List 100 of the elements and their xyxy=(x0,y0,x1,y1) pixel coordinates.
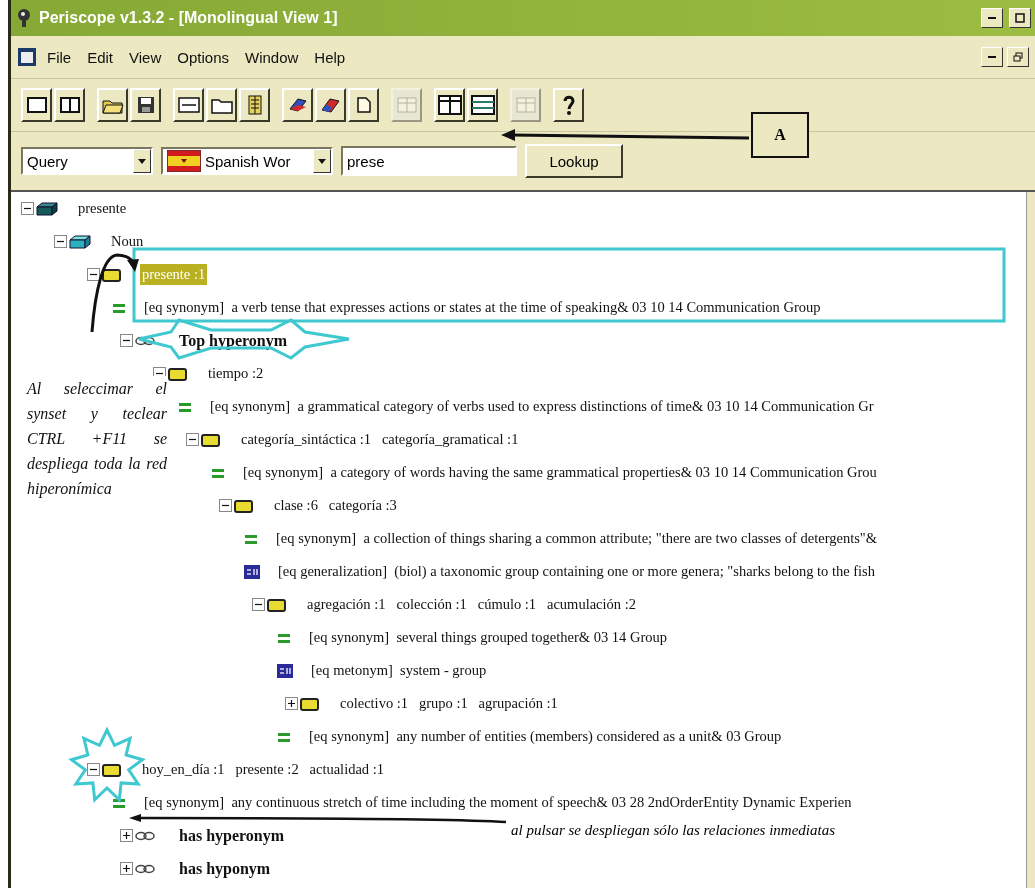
collapse-toggle[interactable] xyxy=(87,763,100,776)
gloss-text: [eq synonym] any number of entities (members) considered as a unit& 03 Group xyxy=(308,727,783,746)
menu-item[interactable]: Options xyxy=(171,46,235,68)
link-icon xyxy=(135,830,155,841)
toolbar-button[interactable] xyxy=(54,88,85,122)
maximize-button[interactable] xyxy=(1009,8,1031,28)
maximize-icon xyxy=(1015,13,1025,23)
eq-icon xyxy=(244,564,260,579)
tree-label[interactable]: presente xyxy=(76,198,129,219)
menu-item[interactable]: File xyxy=(41,46,78,68)
lookup-button[interactable]: Lookup xyxy=(525,144,623,178)
mode-dropdown[interactable]: Query xyxy=(21,147,153,175)
expand-toggle[interactable] xyxy=(285,697,298,710)
restore-icon xyxy=(1013,52,1023,62)
relation-label[interactable]: Top hyperonym xyxy=(177,329,290,352)
toolbar-button[interactable] xyxy=(239,88,270,122)
search-field[interactable]: prese xyxy=(341,146,517,176)
dropdown-arrow-icon xyxy=(318,158,326,164)
synset-label[interactable]: colectivo :1 grupo :1 agrupación :1 xyxy=(338,693,560,714)
gloss-text: [eq synonym] a grammatical category of verbs used to express distinctions of time& 03 10 14 Communication Gr xyxy=(209,397,875,416)
pill-icon xyxy=(286,96,309,114)
folder-tab-icon xyxy=(234,498,254,513)
toolbar-button[interactable] xyxy=(282,88,313,122)
toolbar-button[interactable] xyxy=(434,88,465,122)
tree-label[interactable]: Noun xyxy=(109,231,146,252)
toolbar-button[interactable] xyxy=(348,88,379,122)
app-icon xyxy=(15,8,33,28)
collapse-toggle[interactable] xyxy=(54,235,67,248)
toolbar-button[interactable] xyxy=(173,88,204,122)
synset-label[interactable]: tiempo :2 xyxy=(206,363,266,384)
toolbar-button[interactable] xyxy=(553,88,584,122)
equals-icon xyxy=(112,796,126,809)
block-icon xyxy=(36,201,58,216)
folder-tab-icon xyxy=(102,267,122,282)
gloss-text: [eq synonym] several things grouped together& 03 14 Group xyxy=(308,628,668,647)
toolbar-button[interactable] xyxy=(21,88,52,122)
synset-label[interactable]: hoy_en_día :1 presente :2 actualidad :1 xyxy=(140,759,386,780)
gloss-text: [eq metonym] system - group xyxy=(310,661,488,680)
eq-icon xyxy=(277,663,293,678)
relation-label[interactable]: has hyponym xyxy=(177,857,273,880)
folder-tab-icon xyxy=(201,432,221,447)
folder-tab-icon xyxy=(267,597,287,612)
eraser-icon xyxy=(319,96,342,114)
menu-item[interactable]: Window xyxy=(239,46,305,68)
toolbar-button[interactable] xyxy=(315,88,346,122)
menu-item[interactable]: Help xyxy=(308,46,352,68)
save-icon xyxy=(136,96,155,114)
gloss-text: [eq generalization] (biol) a taxonomic group containing one or more genera; "sharks belong to the fish xyxy=(277,562,876,581)
gloss-text: [eq synonym] a verb tense that expresses actions or states at the time of speaking& 03 10 14 Communication Group xyxy=(143,298,822,317)
window-title: Periscope v1.3.2 - [Monolingual View 1] xyxy=(39,9,339,27)
block-icon xyxy=(69,234,91,249)
annotation-text: al pulsar se despliegan sólo las relaciones inmediatas xyxy=(511,822,835,839)
expand-toggle[interactable] xyxy=(120,829,133,842)
collapse-toggle[interactable] xyxy=(120,334,133,347)
expand-toggle[interactable] xyxy=(120,862,133,875)
toolbar-button[interactable] xyxy=(467,88,498,122)
toolbar-button[interactable] xyxy=(130,88,161,122)
collapse-toggle[interactable] xyxy=(87,268,100,281)
minimize-button[interactable] xyxy=(981,47,1003,67)
link-icon xyxy=(135,335,155,346)
synset-label[interactable]: agregación :1 colección :1 cúmulo :1 acumulación :2 xyxy=(305,594,638,615)
equals-icon xyxy=(178,400,192,413)
equals-icon xyxy=(277,631,291,644)
toolbar-button[interactable] xyxy=(97,88,128,122)
annotation-text: Al seleccimar el synset y teclear CTRL +F11 se despliega toda la red hiperonímica xyxy=(27,376,167,501)
folder-tab-icon xyxy=(300,696,320,711)
help-icon xyxy=(561,94,576,116)
collapse-toggle[interactable] xyxy=(186,433,199,446)
split-view-icon xyxy=(59,96,80,114)
synset-label[interactable]: categoría_sintáctica :1 categoría_gramatical :1 xyxy=(239,429,521,450)
link-icon xyxy=(135,863,155,874)
flag-icon xyxy=(167,150,201,172)
folder-tab-icon xyxy=(168,366,188,381)
rows-icon xyxy=(470,95,495,115)
pane-icon xyxy=(177,96,200,114)
folder-icon xyxy=(210,96,233,114)
collapse-toggle[interactable] xyxy=(219,499,232,512)
minimize-icon xyxy=(988,56,996,58)
scrollbar[interactable] xyxy=(1026,192,1035,888)
relation-label[interactable]: has hyperonym xyxy=(177,824,287,847)
menu-item[interactable]: Edit xyxy=(81,46,120,68)
language-dropdown[interactable]: Spanish Wor xyxy=(161,147,333,175)
collapse-toggle[interactable] xyxy=(21,202,34,215)
menu-item[interactable]: View xyxy=(123,46,168,68)
equals-icon xyxy=(244,532,258,545)
page-icon xyxy=(355,96,372,114)
grid-icon xyxy=(515,96,536,114)
gloss-text: [eq synonym] a category of words having the same grammatical properties& 03 10 14 Communication Grou xyxy=(242,463,878,482)
equals-icon xyxy=(277,730,291,743)
dropdown-arrow-icon xyxy=(138,158,146,164)
gloss-text: [eq synonym] any continuous stretch of time including the moment of speech& 03 28 2ndOrderEntity Dynamic Experien xyxy=(143,793,853,812)
minimize-button[interactable] xyxy=(981,8,1003,28)
restore-button[interactable] xyxy=(1007,47,1029,67)
minimize-icon xyxy=(988,17,996,19)
gloss-text: [eq synonym] a collection of things sharing a common attribute; "there are two classes of detergents"& xyxy=(275,529,879,548)
toolbar-button[interactable] xyxy=(206,88,237,122)
grid-icon xyxy=(396,96,417,114)
collapse-toggle[interactable] xyxy=(252,598,265,611)
synset-label[interactable]: clase :6 categoría :3 xyxy=(272,495,399,516)
callout-label: A xyxy=(751,112,809,158)
